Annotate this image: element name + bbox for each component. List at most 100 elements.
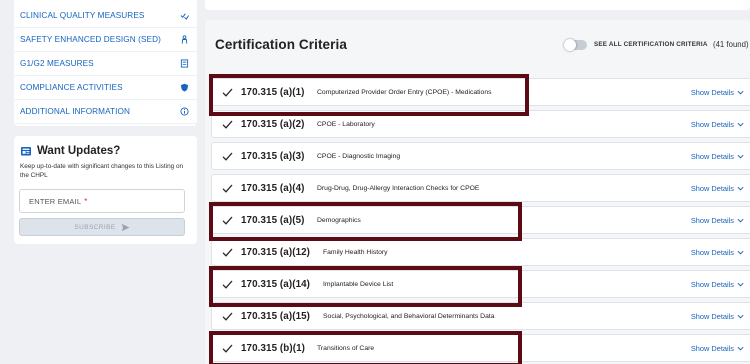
criteria-row-a12[interactable]: 170.315 (a)(12) Family Health History Sh… xyxy=(211,238,750,266)
criteria-description: Social, Psychological, and Behavioral De… xyxy=(323,312,495,320)
show-details-button[interactable]: Show Details xyxy=(691,312,744,321)
chevron-down-icon xyxy=(737,346,744,351)
shield-icon xyxy=(179,83,189,93)
email-field[interactable]: ENTER EMAIL * xyxy=(19,189,185,213)
criteria-number: 170.315 (a)(12) xyxy=(241,246,311,258)
previous-card-bottom xyxy=(205,0,750,10)
show-details-label: Show Details xyxy=(690,215,734,225)
criteria-found-count: (41 found) xyxy=(713,40,749,49)
criteria-description: CPOE - Laboratory xyxy=(317,120,375,128)
check-icon xyxy=(222,152,233,161)
subscribe-button[interactable]: SUBSCRIBE xyxy=(19,218,185,236)
criteria-description: Demographics xyxy=(317,216,361,224)
criteria-description: Implantable Device List xyxy=(323,280,394,288)
nav-item-safety-enhanced-design[interactable]: SAFETY ENHANCED DESIGN (SED) xyxy=(14,28,197,52)
criteria-row-a1[interactable]: 170.315 (a)(1) Computerized Provider Ord… xyxy=(211,78,750,106)
check-icon xyxy=(222,344,233,353)
show-details-label: Show Details xyxy=(690,87,734,97)
criteria-description: CPOE - Diagnostic Imaging xyxy=(317,152,401,160)
nav-item-label: COMPLIANCE ACTIVITIES xyxy=(20,83,123,92)
checklist-icon xyxy=(179,11,189,21)
chevron-down-icon xyxy=(737,90,744,95)
nav-item-label: CLINICAL QUALITY MEASURES xyxy=(20,11,145,20)
show-details-label: Show Details xyxy=(690,183,734,193)
nav-item-compliance-activities[interactable]: COMPLIANCE ACTIVITIES xyxy=(14,76,197,100)
see-all-criteria-toggle[interactable] xyxy=(564,39,587,51)
chevron-down-icon xyxy=(737,314,744,319)
required-mark: * xyxy=(84,196,88,206)
criteria-number: 170.315 (a)(1) xyxy=(241,86,305,98)
main-panel: Certification Criteria SEE ALL CERTIFICA… xyxy=(205,0,750,364)
person-icon xyxy=(179,35,189,45)
criteria-row-b1[interactable]: 170.315 (b)(1) Transitions of Care Show … xyxy=(211,334,750,362)
show-details-button[interactable]: Show Details xyxy=(691,88,744,97)
show-details-button[interactable]: Show Details xyxy=(691,216,744,225)
toggle-knob xyxy=(564,39,576,51)
criteria-description: Computerized Provider Order Entry (CPOE)… xyxy=(317,88,492,96)
check-icon xyxy=(222,184,233,193)
show-details-button[interactable]: Show Details xyxy=(691,184,744,193)
criteria-row-a4[interactable]: 170.315 (a)(4) Drug-Drug, Drug-Allergy I… xyxy=(211,174,750,202)
nav-item-label: G1/G2 MEASURES xyxy=(20,59,94,68)
criteria-row-a5[interactable]: 170.315 (a)(5) Demographics Show Details xyxy=(211,206,750,234)
criteria-title: Certification Criteria xyxy=(215,37,347,52)
criteria-number: 170.315 (b)(1) xyxy=(241,342,306,354)
chevron-down-icon xyxy=(737,282,744,287)
see-all-criteria-label: SEE ALL CERTIFICATION CRITERIA xyxy=(594,41,708,48)
show-details-label: Show Details xyxy=(690,311,734,321)
criteria-number: 170.315 (a)(2) xyxy=(241,118,305,130)
check-icon xyxy=(222,216,233,225)
check-icon xyxy=(222,120,233,129)
criteria-number: 170.315 (a)(14) xyxy=(241,278,311,290)
send-icon xyxy=(121,223,130,231)
criteria-row-a3[interactable]: 170.315 (a)(3) CPOE - Diagnostic Imaging… xyxy=(211,142,750,170)
subscribe-label: SUBSCRIBE xyxy=(74,223,116,231)
nav-item-additional-information[interactable]: ADDITIONAL INFORMATION xyxy=(14,100,197,124)
criteria-description: Family Health History xyxy=(323,248,388,256)
criteria-number: 170.315 (a)(3) xyxy=(241,150,305,162)
show-details-label: Show Details xyxy=(690,279,734,289)
nav-item-g1g2-measures[interactable]: G1/G2 MEASURES xyxy=(14,52,197,76)
nav-item-label: ADDITIONAL INFORMATION xyxy=(20,107,131,116)
criteria-number: 170.315 (a)(4) xyxy=(241,182,305,194)
chevron-down-icon xyxy=(737,218,744,223)
show-details-button[interactable]: Show Details xyxy=(691,344,744,353)
chevron-down-icon xyxy=(737,154,744,159)
show-details-button[interactable]: Show Details xyxy=(691,248,744,257)
show-details-label: Show Details xyxy=(690,119,734,129)
updates-title: Want Updates? xyxy=(37,145,121,157)
show-details-label: Show Details xyxy=(690,247,734,257)
updates-header: Want Updates? xyxy=(14,136,197,157)
newsletter-icon xyxy=(21,147,31,156)
show-details-button[interactable]: Show Details xyxy=(691,280,744,289)
check-icon xyxy=(222,312,233,321)
criteria-description: Drug-Drug, Drug-Allergy Interaction Chec… xyxy=(317,184,480,192)
calculator-icon xyxy=(179,59,189,69)
updates-card: Want Updates? Keep up-to-date with signi… xyxy=(14,136,197,244)
chevron-down-icon xyxy=(737,122,744,127)
criteria-row-a2[interactable]: 170.315 (a)(2) CPOE - Laboratory Show De… xyxy=(211,110,750,138)
check-icon xyxy=(222,248,233,257)
criteria-row-a15[interactable]: 170.315 (a)(15) Social, Psychological, a… xyxy=(211,302,750,330)
show-details-label: Show Details xyxy=(690,343,734,353)
nav-item-label: SAFETY ENHANCED DESIGN (SED) xyxy=(20,35,161,44)
left-column: CLINICAL QUALITY MEASURES SAFETY ENHANCE… xyxy=(0,0,197,364)
criteria-description: Transitions of Care xyxy=(317,344,375,352)
criteria-number: 170.315 (a)(15) xyxy=(241,310,311,322)
criteria-header: Certification Criteria SEE ALL CERTIFICA… xyxy=(205,20,750,70)
email-placeholder: ENTER EMAIL xyxy=(29,196,82,206)
chevron-down-icon xyxy=(737,186,744,191)
criteria-number: 170.315 (a)(5) xyxy=(241,214,305,226)
info-icon xyxy=(179,107,189,117)
updates-description: Keep up-to-date with significant changes… xyxy=(20,163,184,179)
show-details-button[interactable]: Show Details xyxy=(691,120,744,129)
criteria-row-a14[interactable]: 170.315 (a)(14) Implantable Device List … xyxy=(211,270,750,298)
show-details-label: Show Details xyxy=(690,151,734,161)
check-icon xyxy=(222,280,233,289)
certification-criteria-card: Certification Criteria SEE ALL CERTIFICA… xyxy=(205,20,750,364)
show-details-button[interactable]: Show Details xyxy=(691,152,744,161)
listing-nav-card: CLINICAL QUALITY MEASURES SAFETY ENHANCE… xyxy=(14,0,197,126)
check-icon xyxy=(222,88,233,97)
nav-item-clinical-quality-measures[interactable]: CLINICAL QUALITY MEASURES xyxy=(14,4,197,28)
chevron-down-icon xyxy=(737,250,744,255)
